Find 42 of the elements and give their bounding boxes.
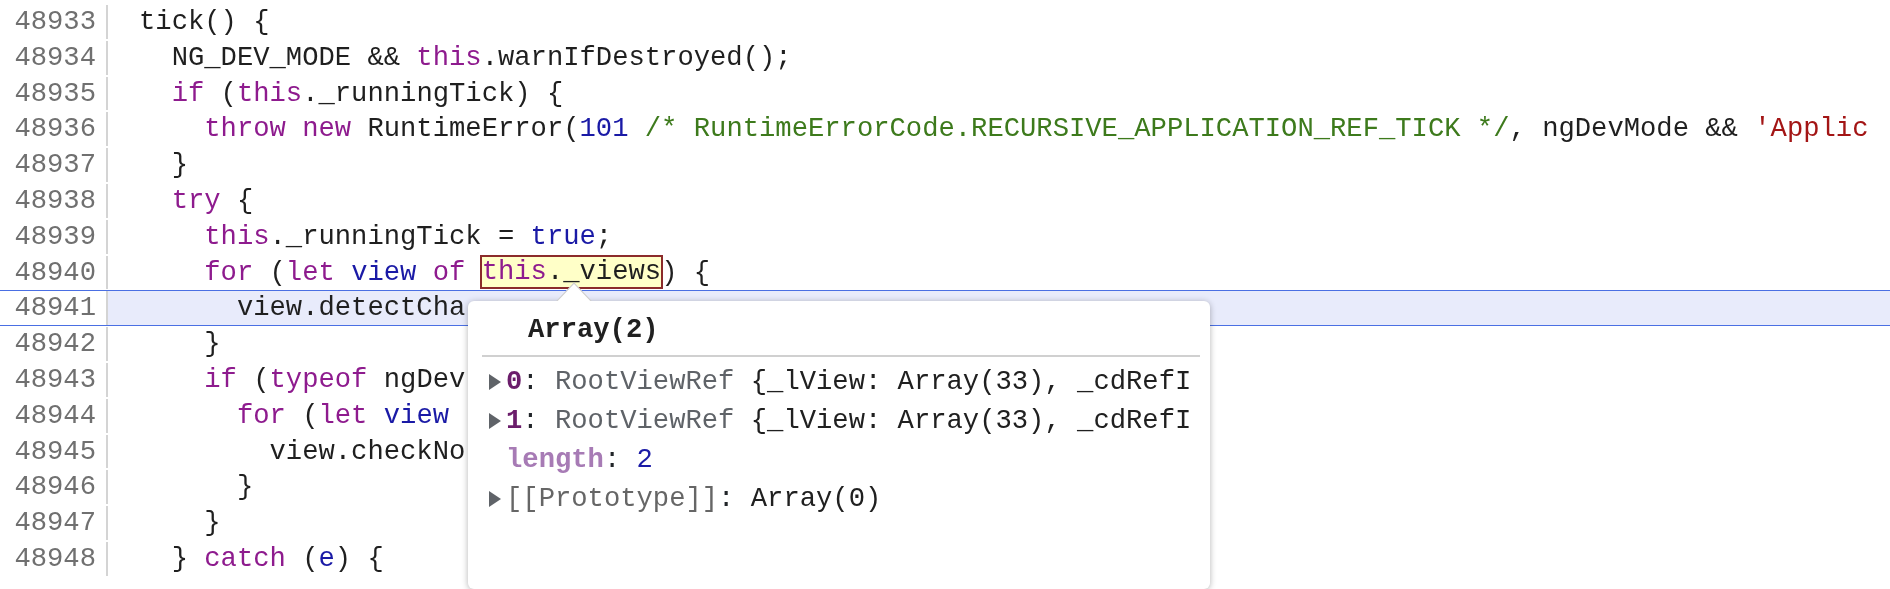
code-text: } [203,327,221,361]
hover-highlight: this._views [481,257,662,288]
code-text: view.detectCha [235,291,466,326]
code-text: for (let view of [203,255,467,290]
line-number: 48946 [14,470,96,505]
line-number: 48936 [14,112,96,147]
line-number: 48948 [14,541,96,576]
code-text: this._runningTick = true; [203,219,613,254]
line-number: 48939 [14,219,96,254]
code-text: if (this._runningTick) { [170,76,564,111]
line-number: 48943 [14,362,96,397]
code-text: tick() { [139,5,270,39]
line-number: 48944 [14,398,96,433]
code-text: throw new RuntimeError(101 /* RuntimeErrorCode.RECURSIVE_APPLICATION_REF_TICK */, ngDevMode && 'Applic [203,112,1869,147]
line-number: 48940 [14,255,96,290]
line-number: 48947 [14,506,96,540]
property-text: [[Prototype]]: Array(0) [506,481,882,516]
property-text: 0: RootViewRef {_lView: Array(33), _cdRefI [506,364,1192,399]
property-text: length: 2 [506,442,653,477]
line-number: 48934 [14,40,96,75]
line-number: 48933 [14,5,96,39]
expand-icon[interactable] [488,490,502,509]
expand-icon[interactable] [488,412,502,431]
line-number: 48935 [14,76,96,111]
line-number: 48937 [14,148,96,182]
code-text: } [203,506,221,540]
code-text: try { [170,184,254,218]
code-text: } [170,148,188,182]
line-number: 48945 [14,434,96,469]
code-text: } catch (e) { [170,541,384,576]
line-number: 48938 [14,184,96,218]
expand-icon[interactable] [488,373,502,392]
code-text: NG_DEV_MODE && this.warnIfDestroyed(); [170,40,792,75]
code-text: view.checkNo [268,434,466,469]
popup-title: Array(2) [528,313,659,347]
line-number: 48941 [14,291,96,326]
code-text: ) { [661,255,711,290]
line-number: 48942 [14,327,96,361]
code-text: for (let view [235,398,449,433]
property-text: 1: RootViewRef {_lView: Array(33), _cdRefI [506,403,1192,438]
code-text: if (typeof ngDev [203,362,466,397]
code-text: } [235,470,254,505]
